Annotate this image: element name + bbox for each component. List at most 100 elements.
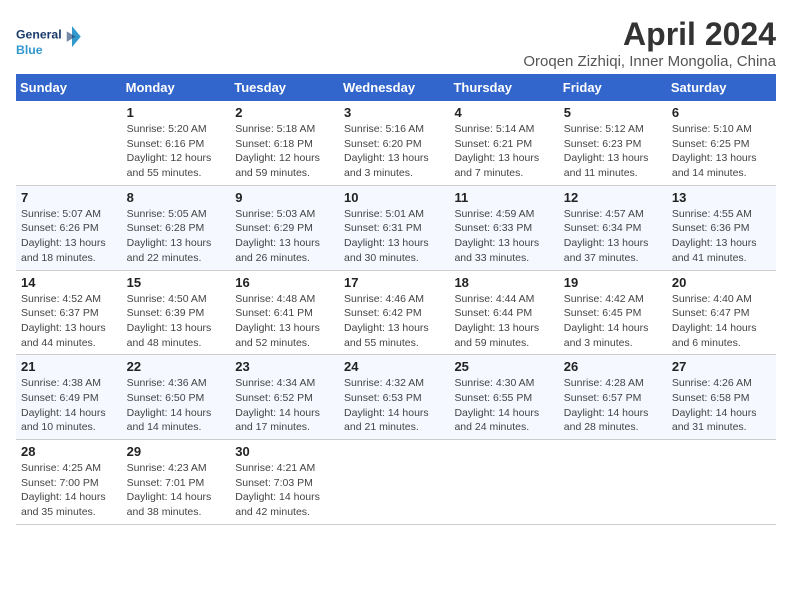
day-info: Sunrise: 5:14 AMSunset: 6:21 PMDaylight:… [454,122,553,181]
day-number: 13 [672,190,771,205]
day-info: Sunrise: 5:10 AMSunset: 6:25 PMDaylight:… [672,122,771,181]
day-number: 22 [127,359,226,374]
day-number: 4 [454,105,553,120]
day-info: Sunrise: 4:23 AMSunset: 7:01 PMDaylight:… [127,461,226,520]
calendar-cell: 7 Sunrise: 5:07 AMSunset: 6:26 PMDaylight… [16,185,122,270]
calendar-cell: 5 Sunrise: 5:12 AMSunset: 6:23 PMDaylight… [559,101,667,185]
logo-svg: General Blue [16,16,86,66]
day-number: 21 [21,359,117,374]
day-info: Sunrise: 4:52 AMSunset: 6:37 PMDaylight:… [21,292,117,351]
calendar-cell: 22 Sunrise: 4:36 AMSunset: 6:50 PMDayligh… [122,355,231,440]
day-info: Sunrise: 4:21 AMSunset: 7:03 PMDaylight:… [235,461,334,520]
day-info: Sunrise: 4:44 AMSunset: 6:44 PMDaylight:… [454,292,553,351]
calendar-cell [339,440,449,525]
day-number: 8 [127,190,226,205]
header-saturday: Saturday [667,74,776,101]
calendar-cell: 26 Sunrise: 4:28 AMSunset: 6:57 PMDayligh… [559,355,667,440]
day-info: Sunrise: 5:03 AMSunset: 6:29 PMDaylight:… [235,207,334,266]
day-info: Sunrise: 4:40 AMSunset: 6:47 PMDaylight:… [672,292,771,351]
header-row: SundayMondayTuesdayWednesdayThursdayFrid… [16,74,776,101]
calendar-cell: 12Sunrise: 4:57 AMSunset: 6:34 PMDayligh… [559,185,667,270]
calendar-week-3: 14 Sunrise: 4:52 AMSunset: 6:37 PMDayligh… [16,270,776,355]
calendar-cell: 9 Sunrise: 5:03 AMSunset: 6:29 PMDaylight… [230,185,339,270]
day-number: 11 [454,190,553,205]
calendar-cell: 11 Sunrise: 4:59 AMSunset: 6:33 PMDayligh… [449,185,558,270]
calendar-cell: 19 Sunrise: 4:42 AMSunset: 6:45 PMDayligh… [559,270,667,355]
calendar-cell: 6 Sunrise: 5:10 AMSunset: 6:25 PMDaylight… [667,101,776,185]
day-number: 12 [564,190,662,205]
day-info: Sunrise: 4:55 AMSunset: 6:36 PMDaylight:… [672,207,771,266]
day-info: Sunrise: 4:38 AMSunset: 6:49 PMDaylight:… [21,376,117,435]
calendar-cell: 1Sunrise: 5:20 AMSunset: 6:16 PMDaylight… [122,101,231,185]
header-monday: Monday [122,74,231,101]
page-header: General Blue April 2024 Oroqen Zizhiqi, … [16,16,776,70]
day-number: 9 [235,190,334,205]
day-number: 6 [672,105,771,120]
day-info: Sunrise: 5:12 AMSunset: 6:23 PMDaylight:… [564,122,662,181]
day-info: Sunrise: 4:32 AMSunset: 6:53 PMDaylight:… [344,376,444,435]
day-info: Sunrise: 4:25 AMSunset: 7:00 PMDaylight:… [21,461,117,520]
day-info: Sunrise: 4:42 AMSunset: 6:45 PMDaylight:… [564,292,662,351]
day-number: 24 [344,359,444,374]
day-number: 15 [127,275,226,290]
day-number: 28 [21,444,117,459]
day-info: Sunrise: 5:16 AMSunset: 6:20 PMDaylight:… [344,122,444,181]
title-block: April 2024 Oroqen Zizhiqi, Inner Mongoli… [523,16,776,70]
header-thursday: Thursday [449,74,558,101]
calendar-cell [16,101,122,185]
day-info: Sunrise: 5:01 AMSunset: 6:31 PMDaylight:… [344,207,444,266]
header-sunday: Sunday [16,74,122,101]
subtitle: Oroqen Zizhiqi, Inner Mongolia, China [523,53,776,70]
day-number: 27 [672,359,771,374]
header-tuesday: Tuesday [230,74,339,101]
calendar-cell: 4 Sunrise: 5:14 AMSunset: 6:21 PMDaylight… [449,101,558,185]
day-number: 7 [21,190,117,205]
calendar-cell: 15Sunrise: 4:50 AMSunset: 6:39 PMDayligh… [122,270,231,355]
main-title: April 2024 [523,16,776,53]
calendar-cell: 3 Sunrise: 5:16 AMSunset: 6:20 PMDaylight… [339,101,449,185]
day-info: Sunrise: 5:05 AMSunset: 6:28 PMDaylight:… [127,207,226,266]
day-number: 14 [21,275,117,290]
svg-text:Blue: Blue [16,43,43,57]
day-number: 29 [127,444,226,459]
day-number: 3 [344,105,444,120]
day-number: 18 [454,275,553,290]
calendar-cell: 30Sunrise: 4:21 AMSunset: 7:03 PMDayligh… [230,440,339,525]
day-info: Sunrise: 4:30 AMSunset: 6:55 PMDaylight:… [454,376,553,435]
day-number: 16 [235,275,334,290]
calendar-cell [667,440,776,525]
calendar-cell: 17 Sunrise: 4:46 AMSunset: 6:42 PMDayligh… [339,270,449,355]
day-number: 10 [344,190,444,205]
calendar-week-1: 1Sunrise: 5:20 AMSunset: 6:16 PMDaylight… [16,101,776,185]
header-friday: Friday [559,74,667,101]
calendar-cell: 28 Sunrise: 4:25 AMSunset: 7:00 PMDayligh… [16,440,122,525]
day-info: Sunrise: 5:18 AMSunset: 6:18 PMDaylight:… [235,122,334,181]
day-number: 26 [564,359,662,374]
day-number: 17 [344,275,444,290]
calendar-cell: 29 Sunrise: 4:23 AMSunset: 7:01 PMDayligh… [122,440,231,525]
day-info: Sunrise: 4:46 AMSunset: 6:42 PMDaylight:… [344,292,444,351]
calendar-cell: 2 Sunrise: 5:18 AMSunset: 6:18 PMDaylight… [230,101,339,185]
calendar-cell: 8 Sunrise: 5:05 AMSunset: 6:28 PMDaylight… [122,185,231,270]
calendar-cell: 14 Sunrise: 4:52 AMSunset: 6:37 PMDayligh… [16,270,122,355]
calendar-cell [449,440,558,525]
day-number: 2 [235,105,334,120]
day-info: Sunrise: 5:07 AMSunset: 6:26 PMDaylight:… [21,207,117,266]
day-info: Sunrise: 5:20 AMSunset: 6:16 PMDaylight:… [127,122,226,181]
calendar-week-2: 7 Sunrise: 5:07 AMSunset: 6:26 PMDaylight… [16,185,776,270]
day-info: Sunrise: 4:59 AMSunset: 6:33 PMDaylight:… [454,207,553,266]
day-info: Sunrise: 4:48 AMSunset: 6:41 PMDaylight:… [235,292,334,351]
day-info: Sunrise: 4:26 AMSunset: 6:58 PMDaylight:… [672,376,771,435]
calendar-cell: 10 Sunrise: 5:01 AMSunset: 6:31 PMDayligh… [339,185,449,270]
day-number: 5 [564,105,662,120]
day-number: 19 [564,275,662,290]
day-info: Sunrise: 4:28 AMSunset: 6:57 PMDaylight:… [564,376,662,435]
svg-text:General: General [16,27,62,41]
day-number: 20 [672,275,771,290]
calendar-cell: 16 Sunrise: 4:48 AMSunset: 6:41 PMDayligh… [230,270,339,355]
day-info: Sunrise: 4:36 AMSunset: 6:50 PMDaylight:… [127,376,226,435]
calendar-cell: 21 Sunrise: 4:38 AMSunset: 6:49 PMDayligh… [16,355,122,440]
calendar-body: 1Sunrise: 5:20 AMSunset: 6:16 PMDaylight… [16,101,776,524]
calendar-cell: 27 Sunrise: 4:26 AMSunset: 6:58 PMDayligh… [667,355,776,440]
day-number: 25 [454,359,553,374]
